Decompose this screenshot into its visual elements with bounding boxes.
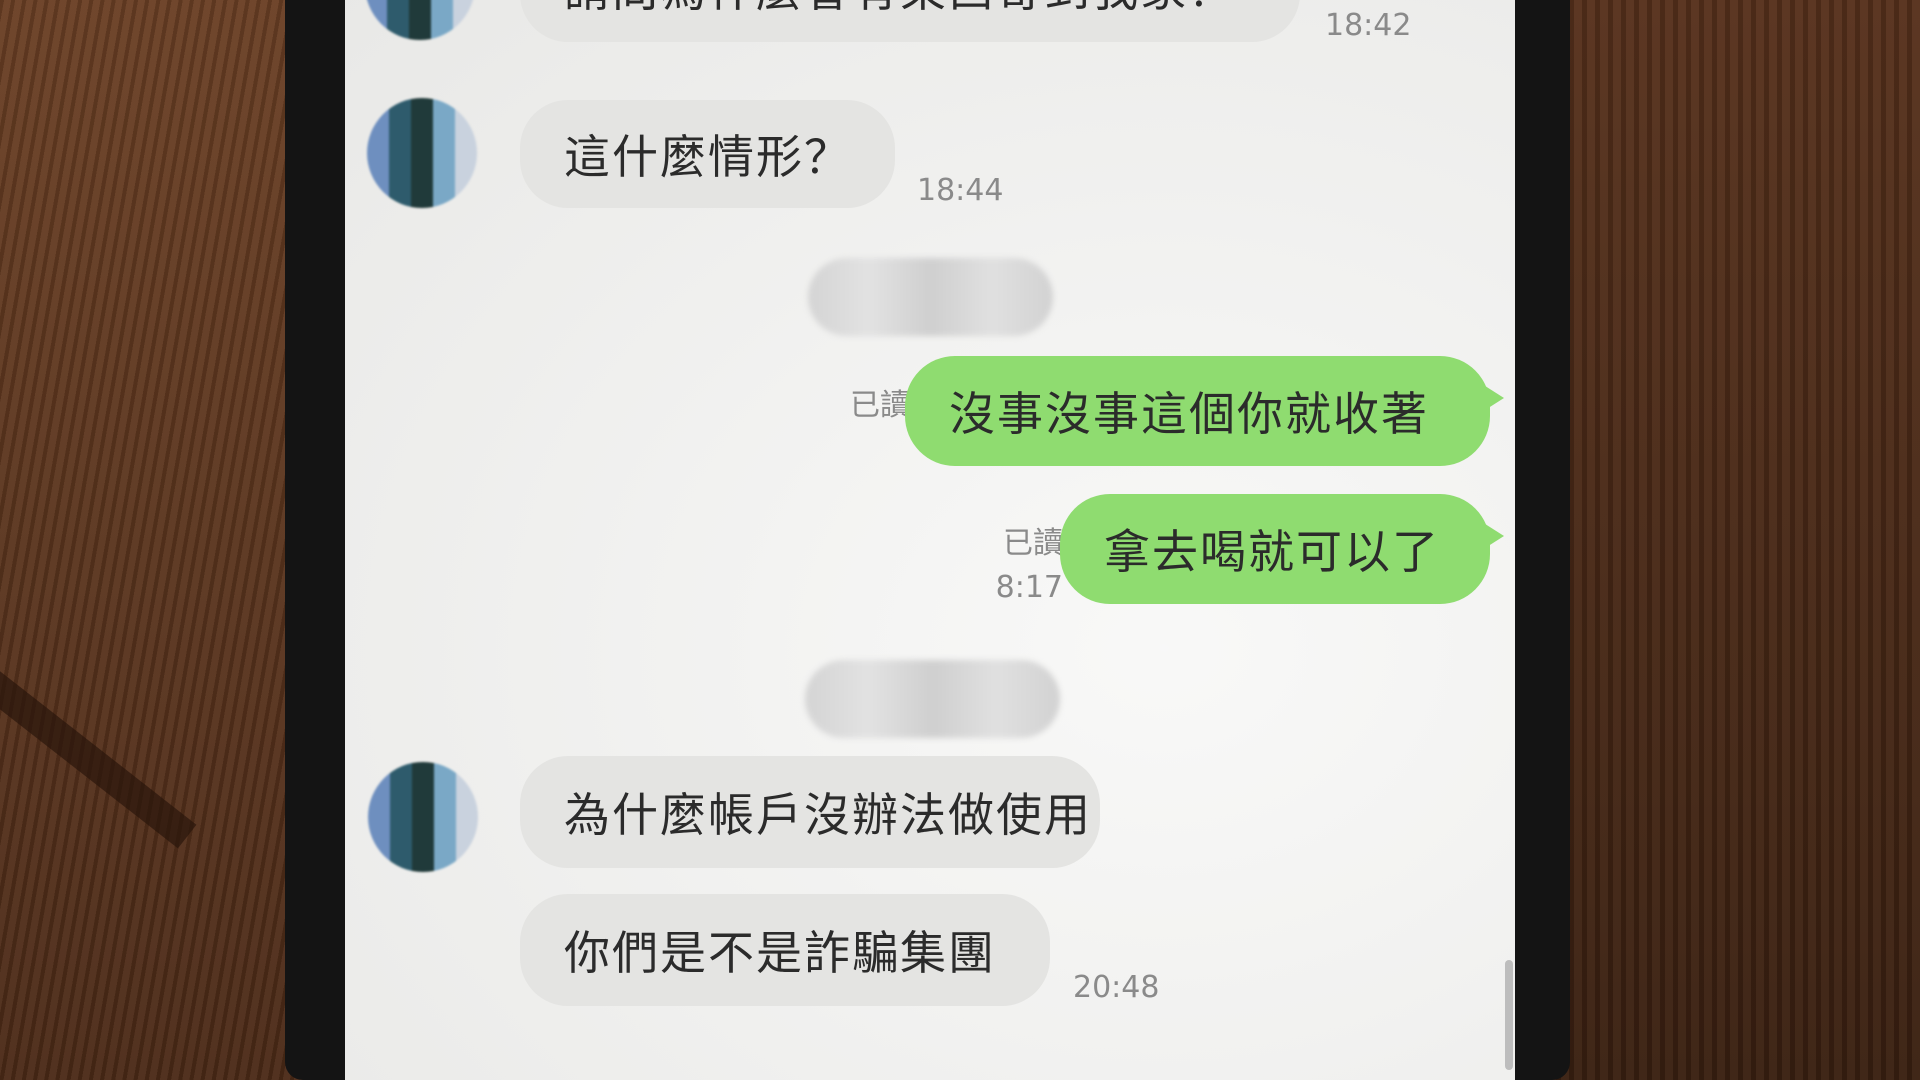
message-bubble-incoming[interactable]: 為什麼帳戶沒辦法做使用: [520, 756, 1100, 868]
message-bubble-incoming[interactable]: 這什麼情形？: [520, 100, 895, 208]
message-bubble-incoming[interactable]: 請問為什麼會有東西寄到我家？: [520, 0, 1300, 42]
message-time: 18:42: [1325, 8, 1412, 43]
message-time: 20:48: [1073, 970, 1160, 1005]
message-text: 你們是不是詐騙集團: [564, 926, 996, 980]
date-separator-blurred: [808, 258, 1053, 336]
contact-avatar[interactable]: [367, 98, 477, 208]
contact-avatar[interactable]: [368, 762, 478, 872]
message-text: 這什麼情形？: [564, 130, 852, 184]
wood-left-panel: [0, 0, 300, 1080]
chat-screen[interactable]: 請問為什麼會有東西寄到我家？ 18:42 這什麼情形？ 18:44 已讀 沒事沒…: [345, 0, 1515, 1080]
scrollbar[interactable]: [1505, 960, 1513, 1070]
message-bubble-incoming[interactable]: 你們是不是詐騙集團: [520, 894, 1050, 1006]
read-status: 已讀: [1003, 526, 1063, 561]
message-text: 拿去喝就可以了: [1104, 525, 1440, 579]
message-time: 8:17: [995, 570, 1063, 605]
wood-right-panel: [1530, 0, 1920, 1080]
message-text: 為什麼帳戶沒辦法做使用: [564, 788, 1092, 842]
message-text: 沒事沒事這個你就收著: [949, 387, 1429, 441]
date-separator-blurred: [805, 660, 1060, 738]
message-bubble-outgoing[interactable]: 沒事沒事這個你就收著: [905, 356, 1504, 466]
message-time: 18:44: [917, 173, 1004, 208]
read-receipt: 已讀: [810, 384, 910, 428]
message-text: 請問為什麼會有東西寄到我家？: [564, 0, 1236, 20]
read-status: 已讀: [850, 388, 910, 423]
read-receipt: 已讀 8:17: [943, 522, 1063, 610]
message-bubble-outgoing[interactable]: 拿去喝就可以了: [1060, 494, 1504, 604]
contact-avatar[interactable]: [365, 0, 475, 40]
